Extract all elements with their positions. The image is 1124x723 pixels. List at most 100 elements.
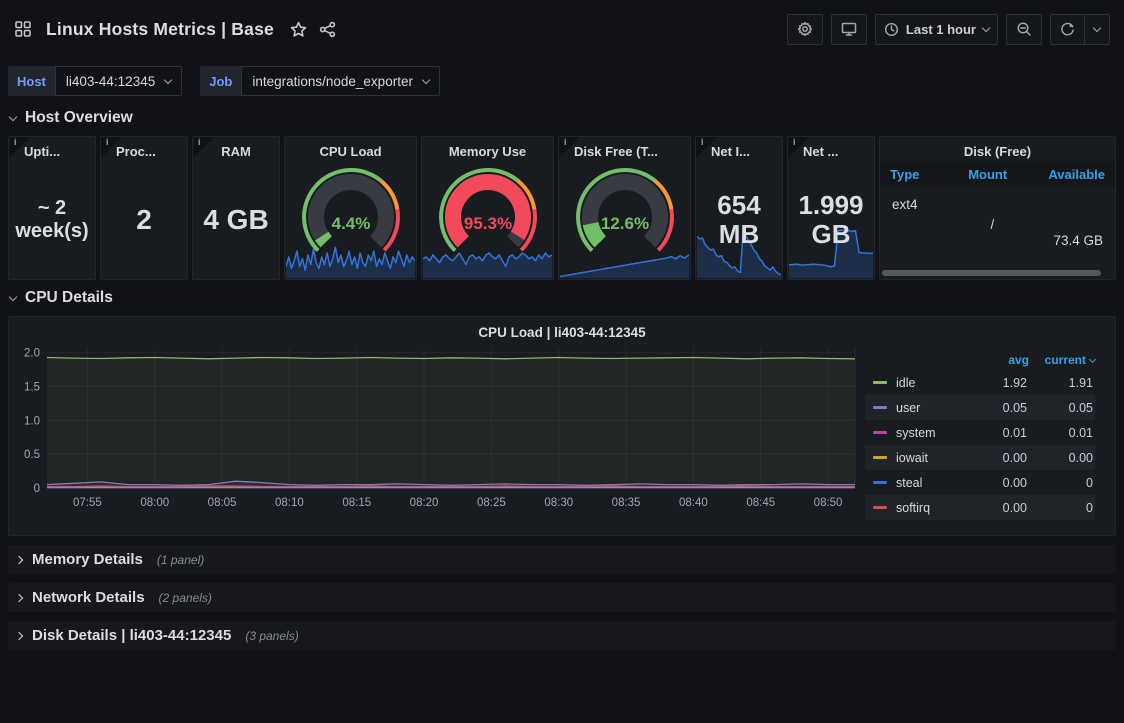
chevron-down-icon xyxy=(1089,355,1096,362)
svg-text:2.0: 2.0 xyxy=(24,348,40,360)
svg-text:08:15: 08:15 xyxy=(342,497,371,509)
job-variable-select[interactable]: integrations/node_exporter xyxy=(241,66,440,96)
section-panel-count: (3 panels) xyxy=(245,629,298,643)
panel-net-in[interactable]: i Net I... 654 MB xyxy=(695,136,783,280)
svg-text:08:45: 08:45 xyxy=(746,497,775,509)
net-in-value: 654 MB xyxy=(699,191,779,248)
series-current-value: 0.01 xyxy=(1027,426,1093,440)
monitor-icon xyxy=(841,21,857,37)
section-disk-details[interactable]: Disk Details | li403-44:12345 (3 panels) xyxy=(8,621,1116,650)
dashboard-settings-button[interactable] xyxy=(787,14,823,45)
series-avg-value: 0.00 xyxy=(969,451,1027,465)
zoom-out-time-button[interactable] xyxy=(1006,14,1042,45)
series-name[interactable]: softirq xyxy=(896,501,969,515)
svg-text:08:20: 08:20 xyxy=(410,497,439,509)
refresh-interval-dropdown[interactable] xyxy=(1084,15,1109,44)
dashboards-grid-icon[interactable] xyxy=(14,20,32,38)
memory-use-gauge: 95.3% xyxy=(430,161,546,259)
legend-row-iowait: iowait0.000.00 xyxy=(865,445,1095,470)
svg-text:08:00: 08:00 xyxy=(140,497,169,509)
column-header-type[interactable]: Type xyxy=(890,167,955,182)
svg-text:08:50: 08:50 xyxy=(814,497,843,509)
section-panel-count: (1 panel) xyxy=(157,553,204,567)
panel-title[interactable]: CPU Load xyxy=(285,137,416,161)
table-horizontal-scrollbar[interactable] xyxy=(882,270,1101,276)
panel-disk-free-gauge[interactable]: i Disk Free (T... 12.6% xyxy=(558,136,691,280)
info-icon: i xyxy=(106,138,109,147)
clock-icon xyxy=(884,22,899,37)
host-variable-select[interactable]: li403-44:12345 xyxy=(55,66,182,96)
series-name[interactable]: idle xyxy=(896,376,969,390)
legend-sort-avg[interactable]: avg xyxy=(971,353,1029,367)
series-color-swatch xyxy=(873,406,887,409)
series-color-swatch xyxy=(873,381,887,384)
section-network-details[interactable]: Network Details (2 panels) xyxy=(8,583,1116,612)
series-color-swatch xyxy=(873,431,887,434)
series-name[interactable]: user xyxy=(896,401,969,415)
panel-info-corner xyxy=(101,137,122,158)
cell-mount: / xyxy=(990,217,994,232)
legend-row-steal: steal0.000 xyxy=(865,470,1095,495)
svg-text:08:25: 08:25 xyxy=(477,497,506,509)
section-title: Host Overview xyxy=(25,109,133,127)
series-avg-value: 0.05 xyxy=(969,401,1027,415)
tv-mode-button[interactable] xyxy=(831,14,867,45)
panel-memory-use-gauge[interactable]: Memory Use 95.3% xyxy=(421,136,554,280)
section-memory-details[interactable]: Memory Details (1 panel) xyxy=(8,545,1116,574)
section-host-overview[interactable]: Host Overview xyxy=(0,100,1124,134)
series-avg-value: 0.01 xyxy=(969,426,1027,440)
info-icon: i xyxy=(14,138,17,147)
chevron-down-icon xyxy=(9,112,17,120)
chevron-down-icon xyxy=(164,75,172,83)
refresh-button[interactable] xyxy=(1051,15,1084,44)
svg-text:0: 0 xyxy=(34,483,40,495)
host-variable-value: li403-44:12345 xyxy=(66,74,155,89)
svg-text:08:40: 08:40 xyxy=(679,497,708,509)
svg-text:08:10: 08:10 xyxy=(275,497,304,509)
panel-info-corner xyxy=(559,137,580,158)
series-current-value: 0.00 xyxy=(1027,451,1093,465)
cpu-load-chart: 00.51.01.52.007:5508:0008:0508:1008:1508… xyxy=(11,340,865,518)
chevron-down-icon xyxy=(982,23,990,31)
section-title: Memory Details xyxy=(32,551,143,568)
info-icon: i xyxy=(793,138,796,147)
legend-row-idle: idle1.921.91 xyxy=(865,370,1095,395)
panel-cpu-load-timeseries[interactable]: CPU Load | li403-44:12345 00.51.01.52.00… xyxy=(8,316,1116,536)
grafana-dashboard: Linux Hosts Metrics | Base xyxy=(0,0,1124,723)
section-panel-count: (2 panels) xyxy=(159,591,212,605)
time-range-label: Last 1 hour xyxy=(906,22,976,37)
svg-text:4.4%: 4.4% xyxy=(331,214,370,233)
svg-text:95.3%: 95.3% xyxy=(463,214,511,233)
panel-uptime[interactable]: i Upti... ~ 2 week(s) xyxy=(8,136,96,280)
panel-disk-free-table[interactable]: Disk (Free) Type Mount Available ext4 / … xyxy=(879,136,1116,280)
star-icon[interactable] xyxy=(290,21,307,38)
table-header-row: Type Mount Available xyxy=(880,161,1115,187)
job-variable-label: Job xyxy=(200,66,241,96)
series-name[interactable]: iowait xyxy=(896,451,969,465)
column-header-available[interactable]: Available xyxy=(1020,167,1105,182)
panel-title[interactable]: CPU Load | li403-44:12345 xyxy=(9,317,1115,340)
legend-sort-current[interactable]: current xyxy=(1029,353,1095,367)
series-current-value: 1.91 xyxy=(1027,376,1093,390)
panel-info-corner xyxy=(788,137,809,158)
job-variable-value: integrations/node_exporter xyxy=(252,74,413,89)
gear-icon xyxy=(797,21,813,37)
section-title: CPU Details xyxy=(25,289,113,307)
refresh-split-button xyxy=(1050,14,1110,45)
panel-net-out[interactable]: i Net ... 1.999 GB xyxy=(787,136,875,280)
time-range-picker[interactable]: Last 1 hour xyxy=(875,14,998,45)
series-current-value: 0 xyxy=(1027,501,1093,515)
column-header-mount[interactable]: Mount xyxy=(955,167,1020,182)
panel-cpu-load-gauge[interactable]: CPU Load 4.4% xyxy=(284,136,417,280)
panel-title[interactable]: Disk (Free) xyxy=(880,137,1115,161)
section-cpu-details[interactable]: CPU Details xyxy=(0,280,1124,314)
panel-title[interactable]: Memory Use xyxy=(422,137,553,161)
chevron-right-icon xyxy=(15,555,23,563)
panel-ram[interactable]: i RAM 4 GB xyxy=(192,136,280,280)
series-name[interactable]: system xyxy=(896,426,969,440)
cell-type: ext4 xyxy=(892,197,918,212)
series-name[interactable]: steal xyxy=(896,476,969,490)
panel-info-corner xyxy=(9,137,30,158)
panel-processes[interactable]: i Proc... 2 xyxy=(100,136,188,280)
share-icon[interactable] xyxy=(319,21,336,38)
